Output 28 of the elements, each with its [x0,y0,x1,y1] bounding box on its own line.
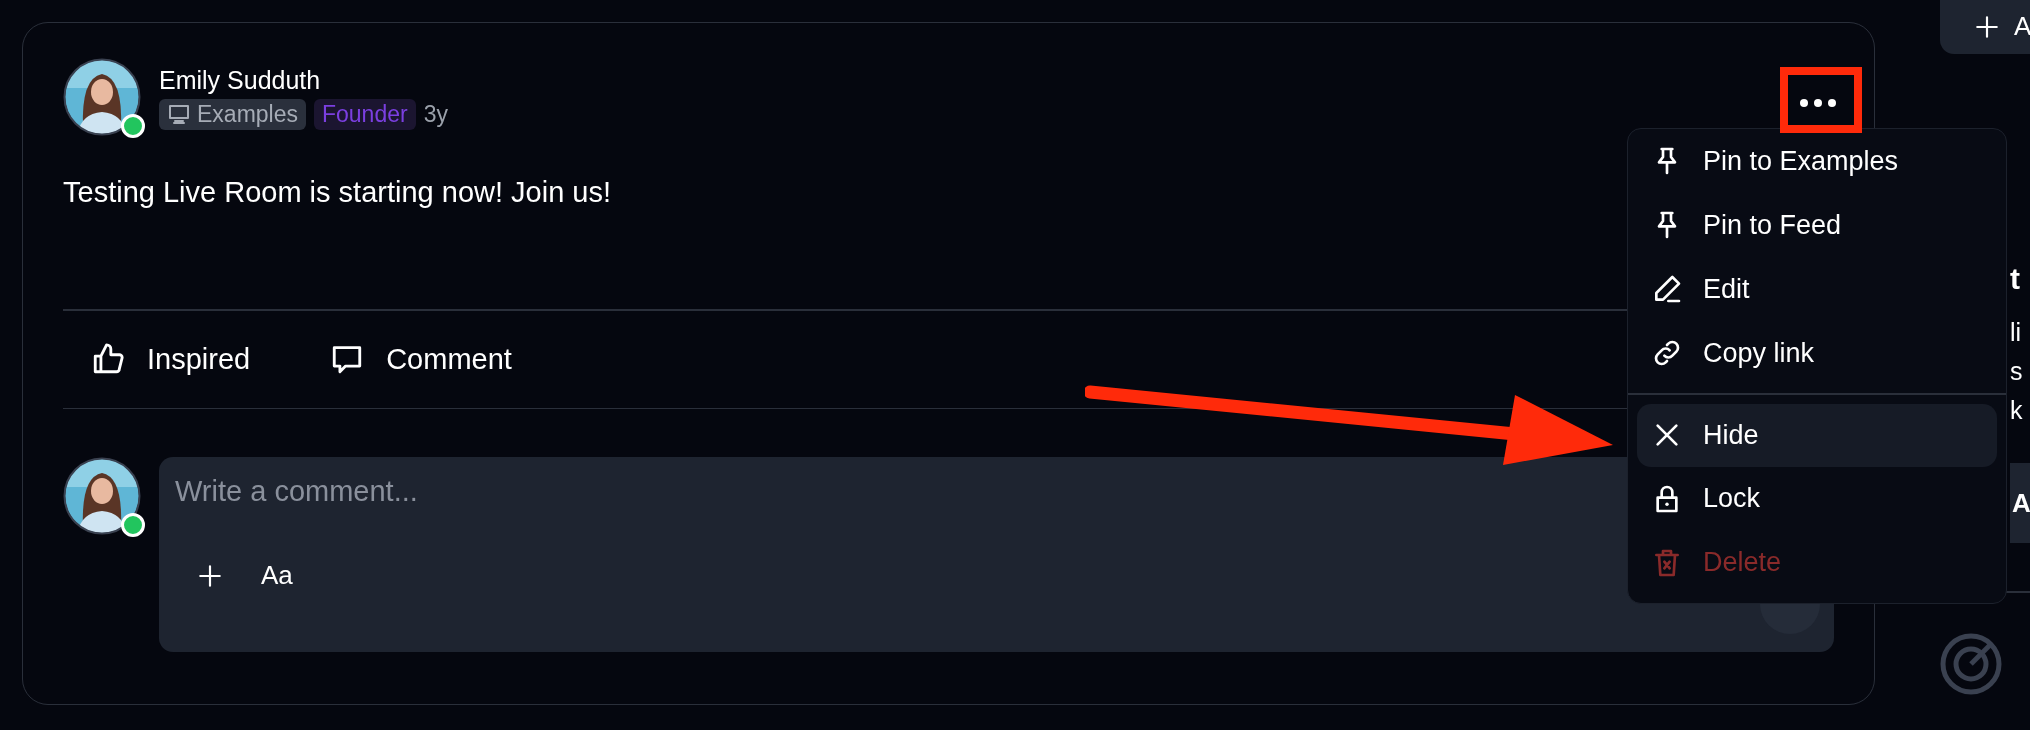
plus-icon [197,562,223,589]
menu-item[interactable]: Copy link [1628,321,2006,385]
monitor-icon [167,102,191,126]
menu-item[interactable]: Hide [1637,403,1997,467]
post-text: Testing Live Room is starting now! Join us! [63,176,612,209]
space-tag[interactable]: Examples [159,98,306,130]
comment-input[interactable]: Write a comment... [175,475,1075,508]
more-icon [1799,98,1837,108]
description-text: k [2010,395,2024,426]
comment-button[interactable]: Comment [330,342,512,376]
thumbs-up-icon [91,342,125,376]
target-icon [1940,632,2002,695]
menu-item[interactable]: Pin to Examples [1628,129,2006,193]
plus-icon [1974,13,2000,40]
space-name: Examples [197,100,298,128]
description-text: s [2010,356,2024,387]
inspired-button[interactable]: Inspired [91,342,251,376]
menu-item[interactable]: Lock [1628,466,2006,531]
post-age: 3y [423,100,448,128]
role-tag: Founder [314,98,416,130]
author-name[interactable]: Emily Sudduth [159,64,448,95]
menu-item[interactable]: Edit [1628,257,2006,321]
add-button[interactable] [197,562,223,589]
menu-item[interactable]: Pin to Feed [1628,193,2006,257]
description-text: li [2010,317,2023,348]
sidebar-card[interactable]: A [2010,463,2030,543]
section-heading: t [2010,262,2021,296]
format-button[interactable]: Aa [261,560,293,591]
